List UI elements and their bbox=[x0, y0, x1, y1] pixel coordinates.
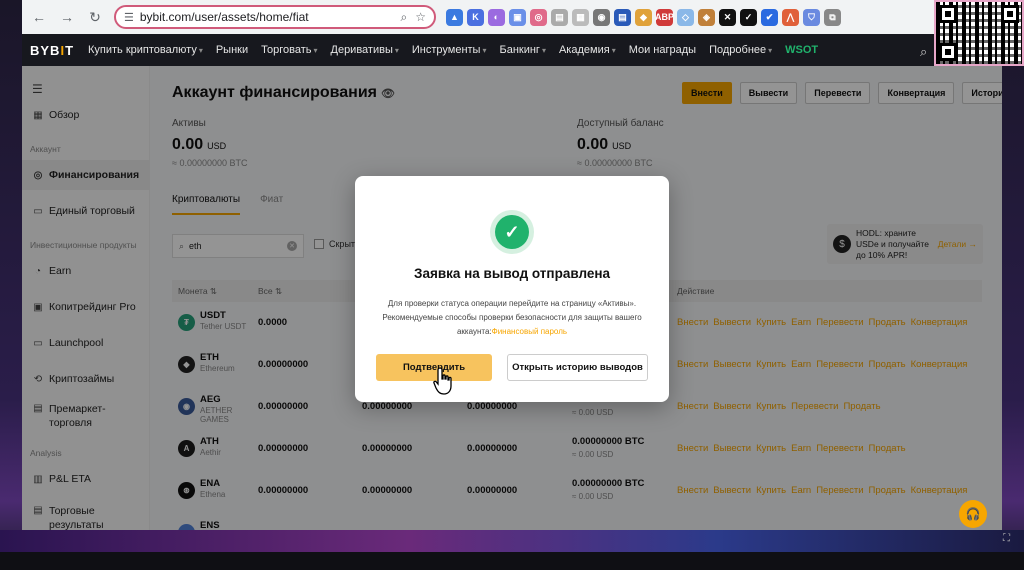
extensions-row: ▲ K ◐ ▣ ◎ ▤ ▦ ◉ ▤ ◆ ABP ◇ ◈ ✕ ✓ ✔ ⋀ ⛉ ⧉ bbox=[446, 8, 841, 26]
extension-icon[interactable]: ◈ bbox=[698, 8, 715, 26]
extension-icon[interactable]: ⛉ bbox=[803, 8, 820, 26]
nav-item[interactable]: Академия ▾ bbox=[559, 44, 616, 56]
back-icon[interactable]: ← bbox=[28, 6, 50, 28]
extension-icon[interactable]: ◉ bbox=[593, 8, 610, 26]
extension-icon[interactable]: ✓ bbox=[740, 8, 757, 26]
extension-icon[interactable]: ✔ bbox=[761, 8, 778, 26]
site-info-icon[interactable]: ☰ bbox=[124, 11, 134, 24]
extension-icon[interactable]: ◎ bbox=[530, 8, 547, 26]
url-text: bybit.com/user/assets/home/fiat bbox=[139, 10, 309, 24]
extension-icon[interactable]: ◐ bbox=[488, 8, 505, 26]
success-check-icon: ✓ bbox=[490, 210, 534, 254]
header-search-icon[interactable]: ⌕ bbox=[920, 44, 927, 60]
player-bottom-bar bbox=[0, 552, 1024, 570]
address-bar[interactable]: ☰ bybit.com/user/assets/home/fiat ⌕ ☆ bbox=[114, 5, 436, 29]
nav-item[interactable]: Деривативы ▾ bbox=[331, 44, 399, 56]
chevron-down-icon: ▾ bbox=[541, 46, 546, 55]
extensions-puzzle-icon[interactable]: ⧉ bbox=[824, 8, 841, 26]
extension-icon[interactable]: ▲ bbox=[446, 8, 463, 26]
chevron-down-icon: ▾ bbox=[768, 46, 773, 55]
support-chat-icon[interactable]: 🎧 bbox=[959, 500, 987, 528]
open-withdrawal-history-button[interactable]: Открыть историю выводов bbox=[507, 354, 648, 381]
modal-description: Для проверки статуса операции перейдите … bbox=[382, 299, 642, 336]
nav-item[interactable]: WSOT bbox=[785, 44, 818, 56]
nav-item[interactable]: Мои награды bbox=[629, 44, 696, 56]
zoom-icon[interactable]: ⌕ bbox=[401, 10, 408, 25]
extension-icon[interactable]: ABP bbox=[655, 8, 674, 26]
chevron-down-icon: ▾ bbox=[394, 46, 399, 55]
nav-item[interactable]: Подробнее ▾ bbox=[709, 44, 772, 56]
extension-icon[interactable]: ▣ bbox=[509, 8, 526, 26]
extension-icon[interactable]: ◆ bbox=[635, 8, 652, 26]
extension-icon[interactable]: ◇ bbox=[677, 8, 694, 26]
nav-item[interactable]: Торговать ▾ bbox=[261, 44, 317, 56]
chevron-down-icon: ▾ bbox=[198, 46, 203, 55]
extension-icon[interactable]: K bbox=[467, 8, 484, 26]
bybit-logo[interactable]: BYBIT bbox=[30, 43, 82, 58]
nav-item[interactable]: Банкинг ▾ bbox=[499, 44, 545, 56]
extension-icon[interactable]: ▤ bbox=[614, 8, 631, 26]
extension-icon[interactable]: ✕ bbox=[719, 8, 736, 26]
nav-item[interactable]: Рынки bbox=[216, 44, 248, 56]
qr-code-overlay bbox=[934, 0, 1024, 66]
main-menu: Купить криптовалюту ▾ Рынки Торговать ▾ Дерив… bbox=[88, 44, 818, 56]
bookmark-star-icon[interactable]: ☆ bbox=[415, 10, 426, 24]
reload-icon[interactable]: ↻ bbox=[84, 6, 106, 28]
withdrawal-success-modal: ✓ Заявка на вывод отправлена Для проверк… bbox=[355, 176, 669, 402]
financial-password-link[interactable]: Финансовый пароль bbox=[492, 327, 567, 336]
extension-icon[interactable]: ⋀ bbox=[782, 8, 799, 26]
extension-icon[interactable]: ▦ bbox=[572, 8, 589, 26]
site-header: BYBIT Купить криптовалюту ▾ Рынки Торговать… bbox=[22, 34, 934, 66]
fullscreen-icon[interactable]: ⛶ bbox=[1003, 533, 1010, 544]
chevron-down-icon: ▾ bbox=[313, 46, 318, 55]
forward-icon[interactable]: → bbox=[56, 6, 78, 28]
modal-title: Заявка на вывод отправлена bbox=[413, 266, 611, 281]
chevron-down-icon: ▾ bbox=[611, 46, 616, 55]
extension-icon[interactable]: ▤ bbox=[551, 8, 568, 26]
chevron-down-icon: ▾ bbox=[482, 46, 487, 55]
hand-cursor-icon bbox=[433, 367, 452, 395]
nav-item[interactable]: Инструменты ▾ bbox=[412, 44, 487, 56]
browser-toolbar: ← → ↻ ☰ bybit.com/user/assets/home/fiat … bbox=[22, 0, 934, 34]
nav-item[interactable]: Купить криптовалюту ▾ bbox=[88, 44, 203, 56]
